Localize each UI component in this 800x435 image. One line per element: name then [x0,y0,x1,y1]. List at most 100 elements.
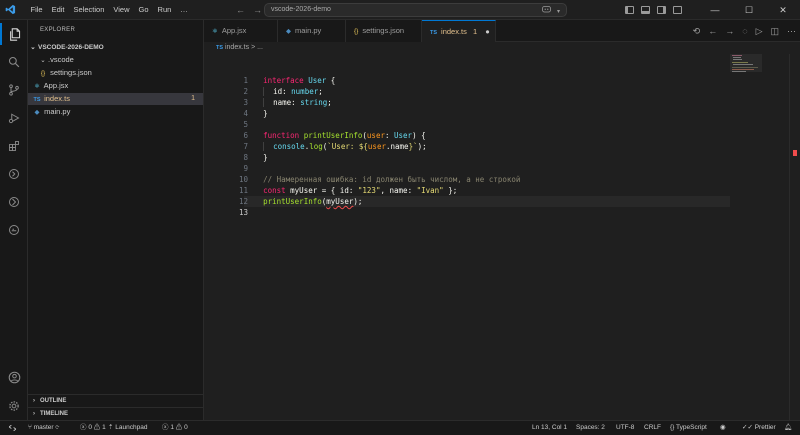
braces-icon: {} [40,70,46,77]
launchpad-status[interactable]: ⇡ Launchpad [108,421,147,435]
menu-view[interactable]: View [109,0,134,20]
branch-icon: ⑂ [28,424,32,431]
language-mode[interactable]: {} TypeScript [670,421,707,435]
indentation[interactable]: Spaces: 2 [576,421,605,435]
double-check-icon: ✓✓ [742,424,753,431]
notifications-bell-icon[interactable]: 🔔︎ [784,421,792,435]
problems-status[interactable]: ⓧ 1 ⚠ 0 [162,421,188,435]
extensions-icon[interactable] [0,135,28,157]
editor-scrollbar[interactable] [789,54,800,420]
tree-item-app-jsx[interactable]: ⚛ App.jsx [28,80,203,92]
menu-run[interactable]: Run [153,0,176,20]
sync-icon: ⟳ [55,424,60,431]
python-icon: ◆ [34,109,40,116]
code-editor[interactable]: 1 interface User { 2 id: number; 3 name: … [204,54,800,420]
git-status[interactable]: ⓧ 0 ⚠ 1 [80,421,106,435]
react-icon: ⚛ [212,28,218,35]
tab-index-ts[interactable]: TS index.ts 1 ● [422,20,496,42]
toggle-inline-icon[interactable]: ◌ [742,26,747,36]
docker-icon[interactable] [0,219,28,241]
code-line: 7 console.log(`User: ${user.name}`); [204,130,744,151]
customize-layout-icon[interactable] [673,6,682,14]
toggle-panel-icon[interactable] [641,6,650,14]
prettier-status[interactable]: ✓✓ Prettier [742,421,776,435]
menu-edit[interactable]: Edit [47,0,69,20]
branch-status[interactable]: ⑂ master ⟳ [28,421,59,435]
chevron-right-icon: › [33,411,35,417]
tree-item-vscode-folder[interactable]: ⌄ .vscode [28,54,203,66]
go-forward-icon[interactable]: → [725,26,734,36]
timeline-section[interactable]: › TIMELINE [28,407,203,419]
chevron-down-icon: ⌄ [40,57,46,64]
tree-item-main-py[interactable]: ◆ main.py [28,106,203,118]
launchpad-label: Launchpad [115,424,148,431]
maximize-icon[interactable]: ☐ [732,5,766,16]
problem-count-badge: 1 [191,95,195,102]
warning-count: 1 [102,424,106,431]
breadcrumb-file[interactable]: index.ts [225,44,249,51]
tree-item-index-ts[interactable]: TS index.ts 1 [28,93,203,105]
remote-indicator-icon[interactable] [0,421,24,434]
tab-settings-json[interactable]: {} settings.json [346,20,422,42]
testing-icon[interactable] [0,191,28,213]
activity-bar [0,20,28,420]
copilot-status-icon[interactable]: ◉ [720,421,726,435]
code-line: 9 [204,152,744,173]
code-line: 2 id: number; [204,75,744,96]
tab-label: main.py [295,26,322,35]
breadcrumb-separator[interactable]: > ... [251,44,263,51]
react-icon: ⚛ [34,83,40,90]
command-center-search[interactable]: vscode-2026-demo ▾ [264,3,567,17]
code-line: 1 interface User { [204,64,744,85]
open-changes-icon[interactable]: ⟲ [693,26,701,37]
source-control-icon[interactable] [0,79,28,101]
line-ending[interactable]: CRLF [644,421,661,435]
tree-item-settings-json[interactable]: {} settings.json [28,67,203,79]
ts-icon: TS [430,30,438,36]
code-line: 11 const myUser = { id: "123", name: "Iva… [204,174,744,195]
menu-file[interactable]: File [26,0,47,20]
menu-bar: File Edit Selection View Go Run … [26,0,192,20]
menu-go[interactable]: Go [134,0,153,20]
problems-error-count: 1 [170,424,174,431]
chevron-down-icon[interactable]: ▾ [557,6,560,18]
run-debug-icon[interactable] [0,107,28,129]
remote-explorer-icon[interactable] [0,163,28,185]
tab-app-jsx[interactable]: ⚛ App.jsx [204,20,278,42]
menu-more[interactable]: … [176,0,193,20]
toggle-sidebar-icon[interactable] [625,6,634,14]
outline-section[interactable]: › OUTLINE [28,394,203,406]
workspace-root[interactable]: ⌄ VSCODE-2026-DEMO [28,42,203,54]
forward-arrow-icon[interactable]: → [253,5,262,15]
explorer-icon[interactable] [0,23,28,45]
tab-label: settings.json [362,26,405,35]
toggle-secondary-sidebar-icon[interactable] [657,6,666,14]
run-file-icon[interactable]: ▷ [756,26,763,37]
minimize-icon[interactable]: — [698,5,732,15]
tree-item-label: settings.json [50,68,92,77]
code-line: 6 function printUserInfo(user: User) { [204,119,744,140]
menu-selection[interactable]: Selection [69,0,109,20]
search-icon[interactable] [0,51,28,73]
go-back-icon[interactable]: ← [708,26,717,36]
more-actions-icon[interactable]: ⋯ [787,26,796,37]
editor-actions: ⟲ ← → ◌ ▷ ◫ ⋯ [693,20,796,42]
warning-triangle-icon: ⚠ [175,424,183,431]
encoding[interactable]: UTF-8 [616,421,634,435]
minimap[interactable] [730,54,762,420]
cursor-position[interactable]: Ln 13, Col 1 [532,421,567,435]
close-icon[interactable]: ✕ [766,5,800,16]
unsaved-dot-icon[interactable]: ● [485,27,490,36]
tab-label: App.jsx [221,26,247,35]
split-editor-icon[interactable]: ◫ [770,26,779,37]
error-count: 0 [88,424,92,431]
settings-gear-icon[interactable] [0,395,28,417]
account-icon[interactable] [0,366,28,388]
copilot-icon[interactable] [542,5,551,18]
code-line: 8} [204,141,744,162]
braces-icon: {} [670,424,675,431]
tab-main-py[interactable]: ◆ main.py [278,20,346,42]
code-line: 10// Намеренная ошибка: id должен быть ч… [204,163,744,184]
warning-triangle-icon: ⚠ [93,424,101,431]
back-arrow-icon[interactable]: ← [236,5,245,15]
